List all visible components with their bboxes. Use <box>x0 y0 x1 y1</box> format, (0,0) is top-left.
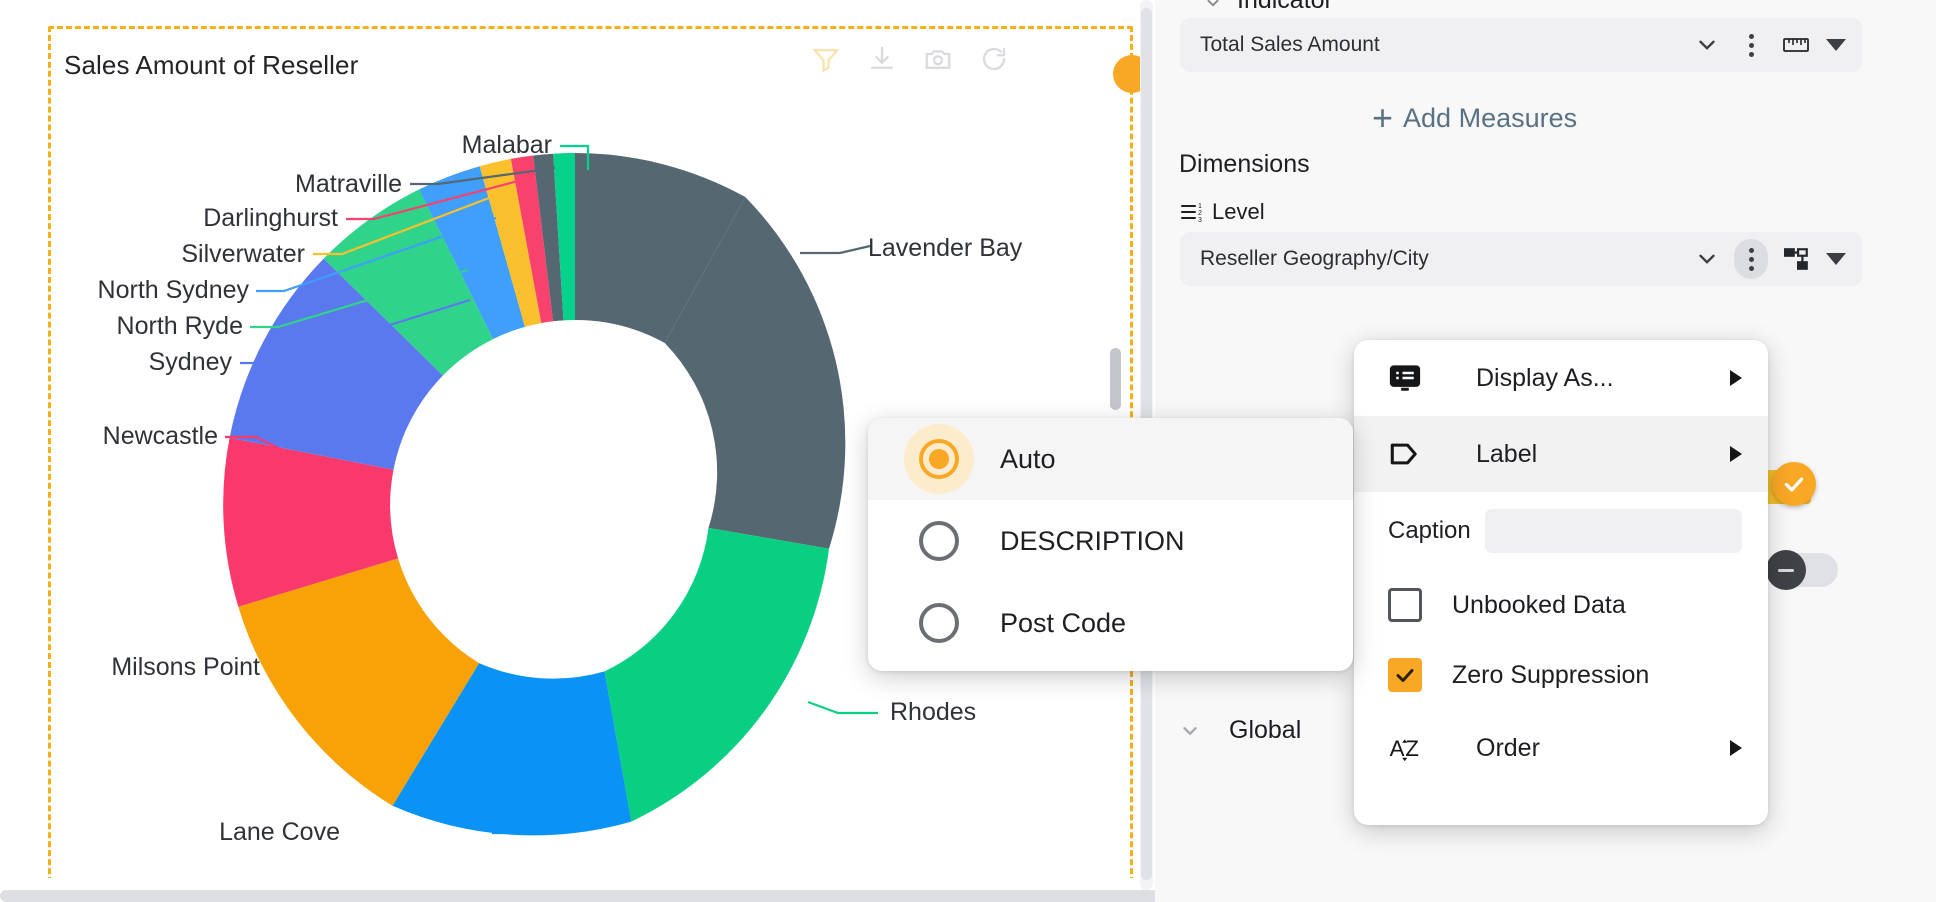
label-submenu: Auto DESCRIPTION Post Code <box>868 418 1353 671</box>
radio-auto[interactable] <box>919 439 959 479</box>
confirm-button[interactable] <box>1772 462 1816 506</box>
slice-label-milsons-point: Milsons Point <box>111 655 260 680</box>
radio-halo <box>904 588 974 658</box>
level-label: Level <box>1212 199 1265 225</box>
indicator-more-menu-button[interactable] <box>1734 25 1768 65</box>
sort-az-icon: A Z <box>1388 731 1432 765</box>
submenu-option-post-code[interactable]: Post Code <box>868 582 1353 664</box>
submenu-option-description-label: DESCRIPTION <box>1000 526 1185 557</box>
slice-label-silverwater: Silverwater <box>181 242 305 267</box>
chevron-down-icon <box>1179 720 1201 742</box>
dimension-context-menu: Display As... Label Caption Unbooked Dat… <box>1354 340 1768 825</box>
caption-row: Caption <box>1354 492 1768 570</box>
slice-label-lane-cove: Lane Cove <box>219 820 340 845</box>
unit-dropdown-caret[interactable] <box>1826 39 1846 51</box>
submenu-option-post-code-label: Post Code <box>1000 608 1126 639</box>
dimension-level-field[interactable]: Reseller Geography/City <box>1180 232 1862 286</box>
submenu-option-auto[interactable]: Auto <box>868 418 1353 500</box>
svg-text:A: A <box>1390 736 1405 761</box>
submenu-option-description[interactable]: DESCRIPTION <box>868 500 1353 582</box>
add-measures-button[interactable]: + Add Measures <box>1372 100 1577 136</box>
slice-label-newcastle: Newcastle <box>103 424 218 449</box>
menu-item-display-as[interactable]: Display As... <box>1354 340 1768 416</box>
section-global[interactable]: Global <box>1179 716 1301 745</box>
level-list-icon: 1 2 3 <box>1180 200 1206 224</box>
svg-text:Z: Z <box>1405 736 1419 761</box>
chevron-right-icon <box>1730 446 1742 462</box>
slice-label-north-ryde: North Ryde <box>117 314 243 339</box>
radio-post-code[interactable] <box>919 603 959 643</box>
dimension-level-value: Reseller Geography/City <box>1200 247 1694 271</box>
menu-item-order-label: Order <box>1476 734 1540 762</box>
hierarchy-icon[interactable] <box>1782 246 1812 272</box>
section-title-dimensions: Dimensions <box>1179 150 1310 179</box>
plus-icon: + <box>1372 100 1393 136</box>
chevron-down-icon[interactable] <box>1694 32 1720 58</box>
dimension-more-menu-button[interactable] <box>1734 239 1768 279</box>
menu-item-order[interactable]: A Z Order <box>1354 710 1768 786</box>
menu-item-label-label: Label <box>1476 440 1537 468</box>
toggle-knob <box>1766 550 1806 590</box>
caption-input[interactable] <box>1485 509 1742 553</box>
level-row: 1 2 3 Level <box>1180 199 1265 225</box>
tag-icon <box>1388 440 1432 468</box>
caption-label: Caption <box>1388 517 1471 545</box>
chevron-down-icon[interactable] <box>1694 246 1720 272</box>
slice-label-sydney: Sydney <box>149 350 232 375</box>
unbooked-data-label: Unbooked Data <box>1452 591 1626 619</box>
slice-label-malabar: Malabar <box>462 133 552 158</box>
svg-text:3: 3 <box>1198 217 1202 224</box>
slice-label-darlinghurst: Darlinghurst <box>203 206 338 231</box>
chevron-down-icon[interactable] <box>1204 0 1222 12</box>
radio-description[interactable] <box>919 521 959 561</box>
chevron-right-icon <box>1730 740 1742 756</box>
menu-item-unbooked-data[interactable]: Unbooked Data <box>1354 570 1768 640</box>
indicator-value: Total Sales Amount <box>1200 33 1694 57</box>
menu-item-display-as-label: Display As... <box>1476 364 1614 392</box>
hierarchy-dropdown-caret[interactable] <box>1826 253 1846 265</box>
zero-suppression-checkbox[interactable] <box>1388 658 1422 692</box>
feature-toggle[interactable] <box>1772 553 1838 587</box>
slice-label-matraville: Matraville <box>295 172 402 197</box>
check-icon <box>1781 471 1807 497</box>
radio-halo <box>904 424 974 494</box>
section-title-indicator: Indicator <box>1237 0 1333 15</box>
menu-item-zero-suppression[interactable]: Zero Suppression <box>1354 640 1768 710</box>
slice-label-rhodes: Rhodes <box>890 700 976 725</box>
chevron-right-icon <box>1730 370 1742 386</box>
slice-label-lavender-bay: Lavender Bay <box>868 236 1022 261</box>
section-global-label: Global <box>1229 716 1301 745</box>
unbooked-data-checkbox[interactable] <box>1388 588 1422 622</box>
menu-item-label[interactable]: Label <box>1354 416 1768 492</box>
display-list-icon <box>1388 363 1432 393</box>
indicator-field[interactable]: Total Sales Amount <box>1180 18 1862 72</box>
radio-halo <box>904 506 974 576</box>
svg-text:1: 1 <box>1198 203 1202 210</box>
app-root: Sales Amount of Reseller <box>0 0 1936 902</box>
zero-suppression-label: Zero Suppression <box>1452 661 1649 689</box>
submenu-option-auto-label: Auto <box>1000 444 1056 475</box>
svg-text:2: 2 <box>1198 210 1202 217</box>
check-icon <box>1393 663 1417 687</box>
slice-label-north-sydney: North Sydney <box>98 278 249 303</box>
ruler-icon[interactable] <box>1782 32 1812 58</box>
add-measures-label: Add Measures <box>1403 103 1577 134</box>
